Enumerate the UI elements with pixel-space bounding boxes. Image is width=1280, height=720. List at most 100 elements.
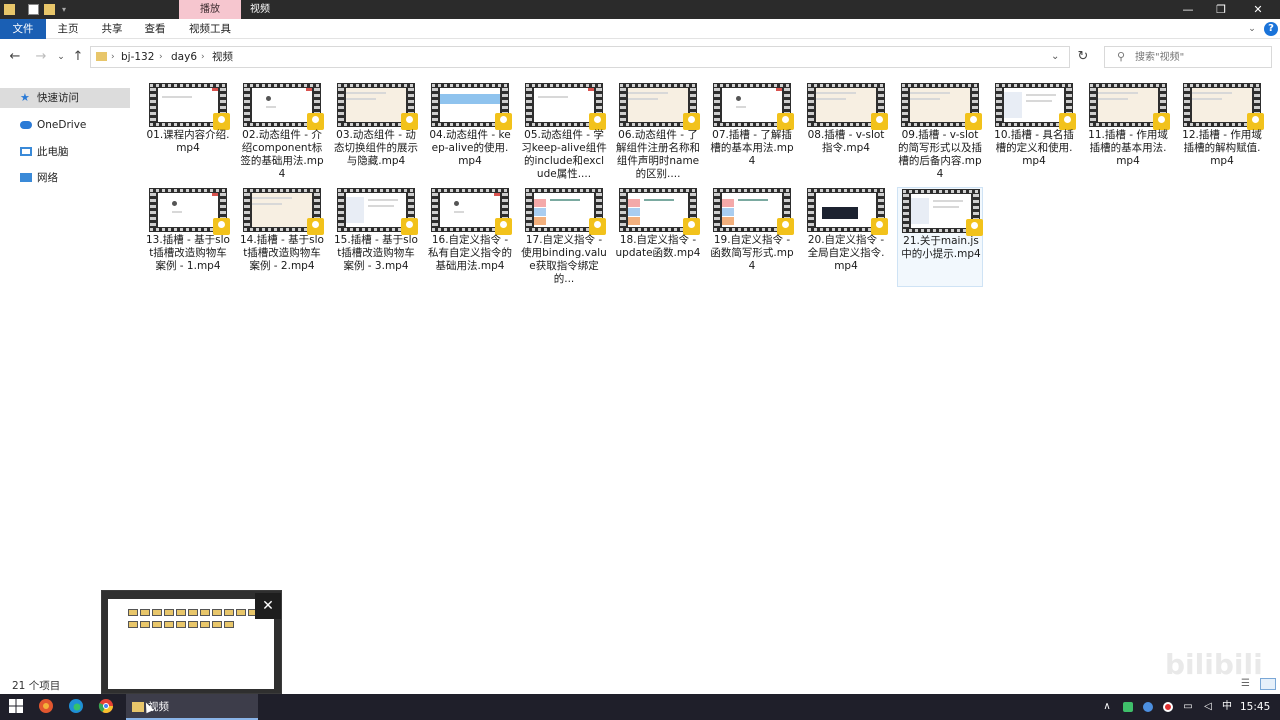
close-button[interactable]: ✕ <box>1240 0 1276 19</box>
video-thumbnail <box>619 83 700 130</box>
file-item[interactable]: 19.自定义指令 - 函数简写形式.mp4 <box>709 187 795 287</box>
customize-quick-access-icon[interactable]: ▾ <box>62 4 73 15</box>
preview-mini-thumbnail <box>212 621 222 628</box>
watermark-logo: bilibili <box>1165 648 1263 681</box>
taskbar-window-preview[interactable]: ✕ <box>101 590 282 694</box>
maximize-button[interactable]: ❐ <box>1203 0 1239 19</box>
breadcrumb-bj-132[interactable]: bj-132 <box>121 47 154 67</box>
properties-icon[interactable] <box>28 4 39 15</box>
tab-view[interactable]: 查看 <box>135 19 175 39</box>
forward-arrow-icon[interactable]: → <box>32 48 50 66</box>
volume-icon[interactable]: ◁ <box>1201 699 1215 715</box>
edge-browser-icon[interactable] <box>68 698 86 716</box>
tab-home[interactable]: 主页 <box>48 19 88 39</box>
file-item[interactable]: 21.关于main.js中的小提示.mp4 <box>897 187 983 287</box>
player-badge-icon <box>965 113 982 130</box>
video-thumbnail <box>337 188 418 235</box>
preview-mini-thumbnail <box>152 609 162 616</box>
file-item[interactable]: 10.插槽 - 具名插槽的定义和使用.mp4 <box>991 82 1077 182</box>
file-item[interactable]: 01.课程内容介绍.mp4 <box>145 82 231 182</box>
video-thumbnail <box>243 83 324 130</box>
breadcrumb-video[interactable]: 视频 <box>212 47 233 67</box>
tab-video-tools[interactable]: 视频工具 <box>180 19 240 39</box>
file-name: 11.插槽 - 作用域插槽的基本用法.mp4 <box>1088 129 1168 167</box>
file-item[interactable]: 07.插槽 - 了解插槽的基本用法.mp4 <box>709 82 795 182</box>
preview-mini-thumbnail <box>200 609 210 616</box>
file-item[interactable]: 14.插槽 - 基于slot插槽改造购物车案例 - 2.mp4 <box>239 187 325 287</box>
file-item[interactable]: 04.动态组件 - keep-alive的使用.mp4 <box>427 82 513 182</box>
player-badge-icon <box>871 113 888 130</box>
context-tab-play[interactable]: 播放 <box>179 0 241 19</box>
file-item[interactable]: 08.插槽 - v-slot指令.mp4 <box>803 82 889 182</box>
preview-mini-thumbnail <box>236 609 246 616</box>
file-name: 02.动态组件 - 介绍component标签的基础用法.mp4 <box>240 129 324 180</box>
input-method-indicator[interactable]: 中 <box>1220 699 1234 715</box>
player-badge-icon <box>307 113 324 130</box>
file-item[interactable]: 09.插槽 - v-slot的简写形式以及插槽的后备内容.mp4 <box>897 82 983 182</box>
sidebar-item-this-pc[interactable]: 此电脑 <box>0 142 130 162</box>
file-item[interactable]: 03.动态组件 - 动态切换组件的展示与隐藏.mp4 <box>333 82 419 182</box>
file-item[interactable]: 16.自定义指令 - 私有自定义指令的基础用法.mp4 <box>427 187 513 287</box>
address-dropdown-icon[interactable]: ⌄ <box>1051 47 1059 67</box>
tab-file[interactable]: 文件 <box>0 19 46 39</box>
file-item[interactable]: 11.插槽 - 作用域插槽的基本用法.mp4 <box>1085 82 1171 182</box>
item-count: 21 个项目 <box>12 680 61 692</box>
close-icon[interactable]: ✕ <box>255 593 281 619</box>
refresh-icon[interactable]: ↻ <box>1073 46 1093 68</box>
preview-mini-thumbnail <box>128 609 138 616</box>
file-item[interactable]: 12.插槽 - 作用域插槽的解构赋值.mp4 <box>1179 82 1265 182</box>
new-folder-icon[interactable] <box>44 4 55 15</box>
ribbon-tabs: 文件 主页 共享 查看 视频工具 ⌄ ? <box>0 19 1280 39</box>
sidebar-item-network[interactable]: 网络 <box>0 168 130 188</box>
breadcrumb-separator-icon[interactable]: › <box>201 47 205 67</box>
breadcrumb-separator-icon[interactable]: › <box>159 47 163 67</box>
file-name: 14.插槽 - 基于slot插槽改造购物车案例 - 2.mp4 <box>240 234 324 272</box>
clock[interactable]: 15:45 <box>1240 694 1270 720</box>
address-bar[interactable]: › bj-132 › day6 › 视频 ⌄ <box>90 46 1070 68</box>
app-icon[interactable] <box>38 698 56 716</box>
file-item[interactable]: 06.动态组件 - 了解组件注册名称和组件声明时name的区别.... <box>615 82 701 182</box>
minimize-button[interactable]: — <box>1170 0 1206 19</box>
search-box[interactable]: ⚲ <box>1104 46 1272 68</box>
file-item[interactable]: 02.动态组件 - 介绍component标签的基础用法.mp4 <box>239 82 325 182</box>
file-name: 05.动态组件 - 学习keep-alive组件的include和exclude… <box>521 129 607 180</box>
windows-start-icon[interactable] <box>8 698 26 716</box>
file-name: 13.插槽 - 基于slot插槽改造购物车案例 - 1.mp4 <box>146 234 230 272</box>
file-name: 06.动态组件 - 了解组件注册名称和组件声明时name的区别.... <box>616 129 700 180</box>
video-thumbnail <box>713 188 794 235</box>
file-item[interactable]: 17.自定义指令 - 使用binding.value获取指令绑定的... <box>521 187 607 287</box>
video-thumbnail <box>619 188 700 235</box>
file-item[interactable]: 13.插槽 - 基于slot插槽改造购物车案例 - 1.mp4 <box>145 187 231 287</box>
breadcrumb-day6[interactable]: day6 <box>171 47 197 67</box>
preview-mini-thumbnail <box>224 609 234 616</box>
sidebar-item-quick-access[interactable]: ★ 快速访问 <box>0 88 130 108</box>
file-item[interactable]: 05.动态组件 - 学习keep-alive组件的include和exclude… <box>521 82 607 182</box>
file-item[interactable]: 15.插槽 - 基于slot插槽改造购物车案例 - 3.mp4 <box>333 187 419 287</box>
player-badge-icon <box>777 218 794 235</box>
help-icon[interactable]: ? <box>1264 22 1278 36</box>
recent-locations-chevron-icon[interactable]: ⌄ <box>52 48 70 66</box>
tray-app-icon[interactable] <box>1141 699 1155 715</box>
preview-mini-thumbnail <box>164 609 174 616</box>
ribbon-expand-icon[interactable]: ⌄ <box>1246 22 1258 36</box>
show-hidden-icons-chevron-icon[interactable]: ∧ <box>1100 699 1114 715</box>
network-icon[interactable]: ▭ <box>1181 699 1195 715</box>
back-arrow-icon[interactable]: ← <box>6 48 24 66</box>
search-input[interactable] <box>1135 49 1265 65</box>
chrome-browser-icon[interactable] <box>98 698 116 716</box>
title-bar: ▾ 播放 视频 — ❐ ✕ <box>0 0 1280 19</box>
file-item[interactable]: 20.自定义指令 - 全局自定义指令.mp4 <box>803 187 889 287</box>
file-item[interactable]: 18.自定义指令 - update函数.mp4 <box>615 187 701 287</box>
sidebar-item-label: 网络 <box>37 172 58 184</box>
breadcrumb-separator-icon[interactable]: › <box>111 47 115 67</box>
tab-share[interactable]: 共享 <box>92 19 132 39</box>
player-badge-icon <box>589 218 606 235</box>
file-name: 03.动态组件 - 动态切换组件的展示与隐藏.mp4 <box>334 129 418 167</box>
record-icon[interactable] <box>1161 699 1175 715</box>
preview-mini-thumbnail <box>176 609 186 616</box>
sidebar-item-onedrive[interactable]: OneDrive <box>0 115 130 135</box>
folder-icon <box>96 52 107 61</box>
tray-app-icon[interactable] <box>1121 699 1135 715</box>
up-arrow-icon[interactable]: ↑ <box>69 48 87 66</box>
player-badge-icon <box>307 218 324 235</box>
